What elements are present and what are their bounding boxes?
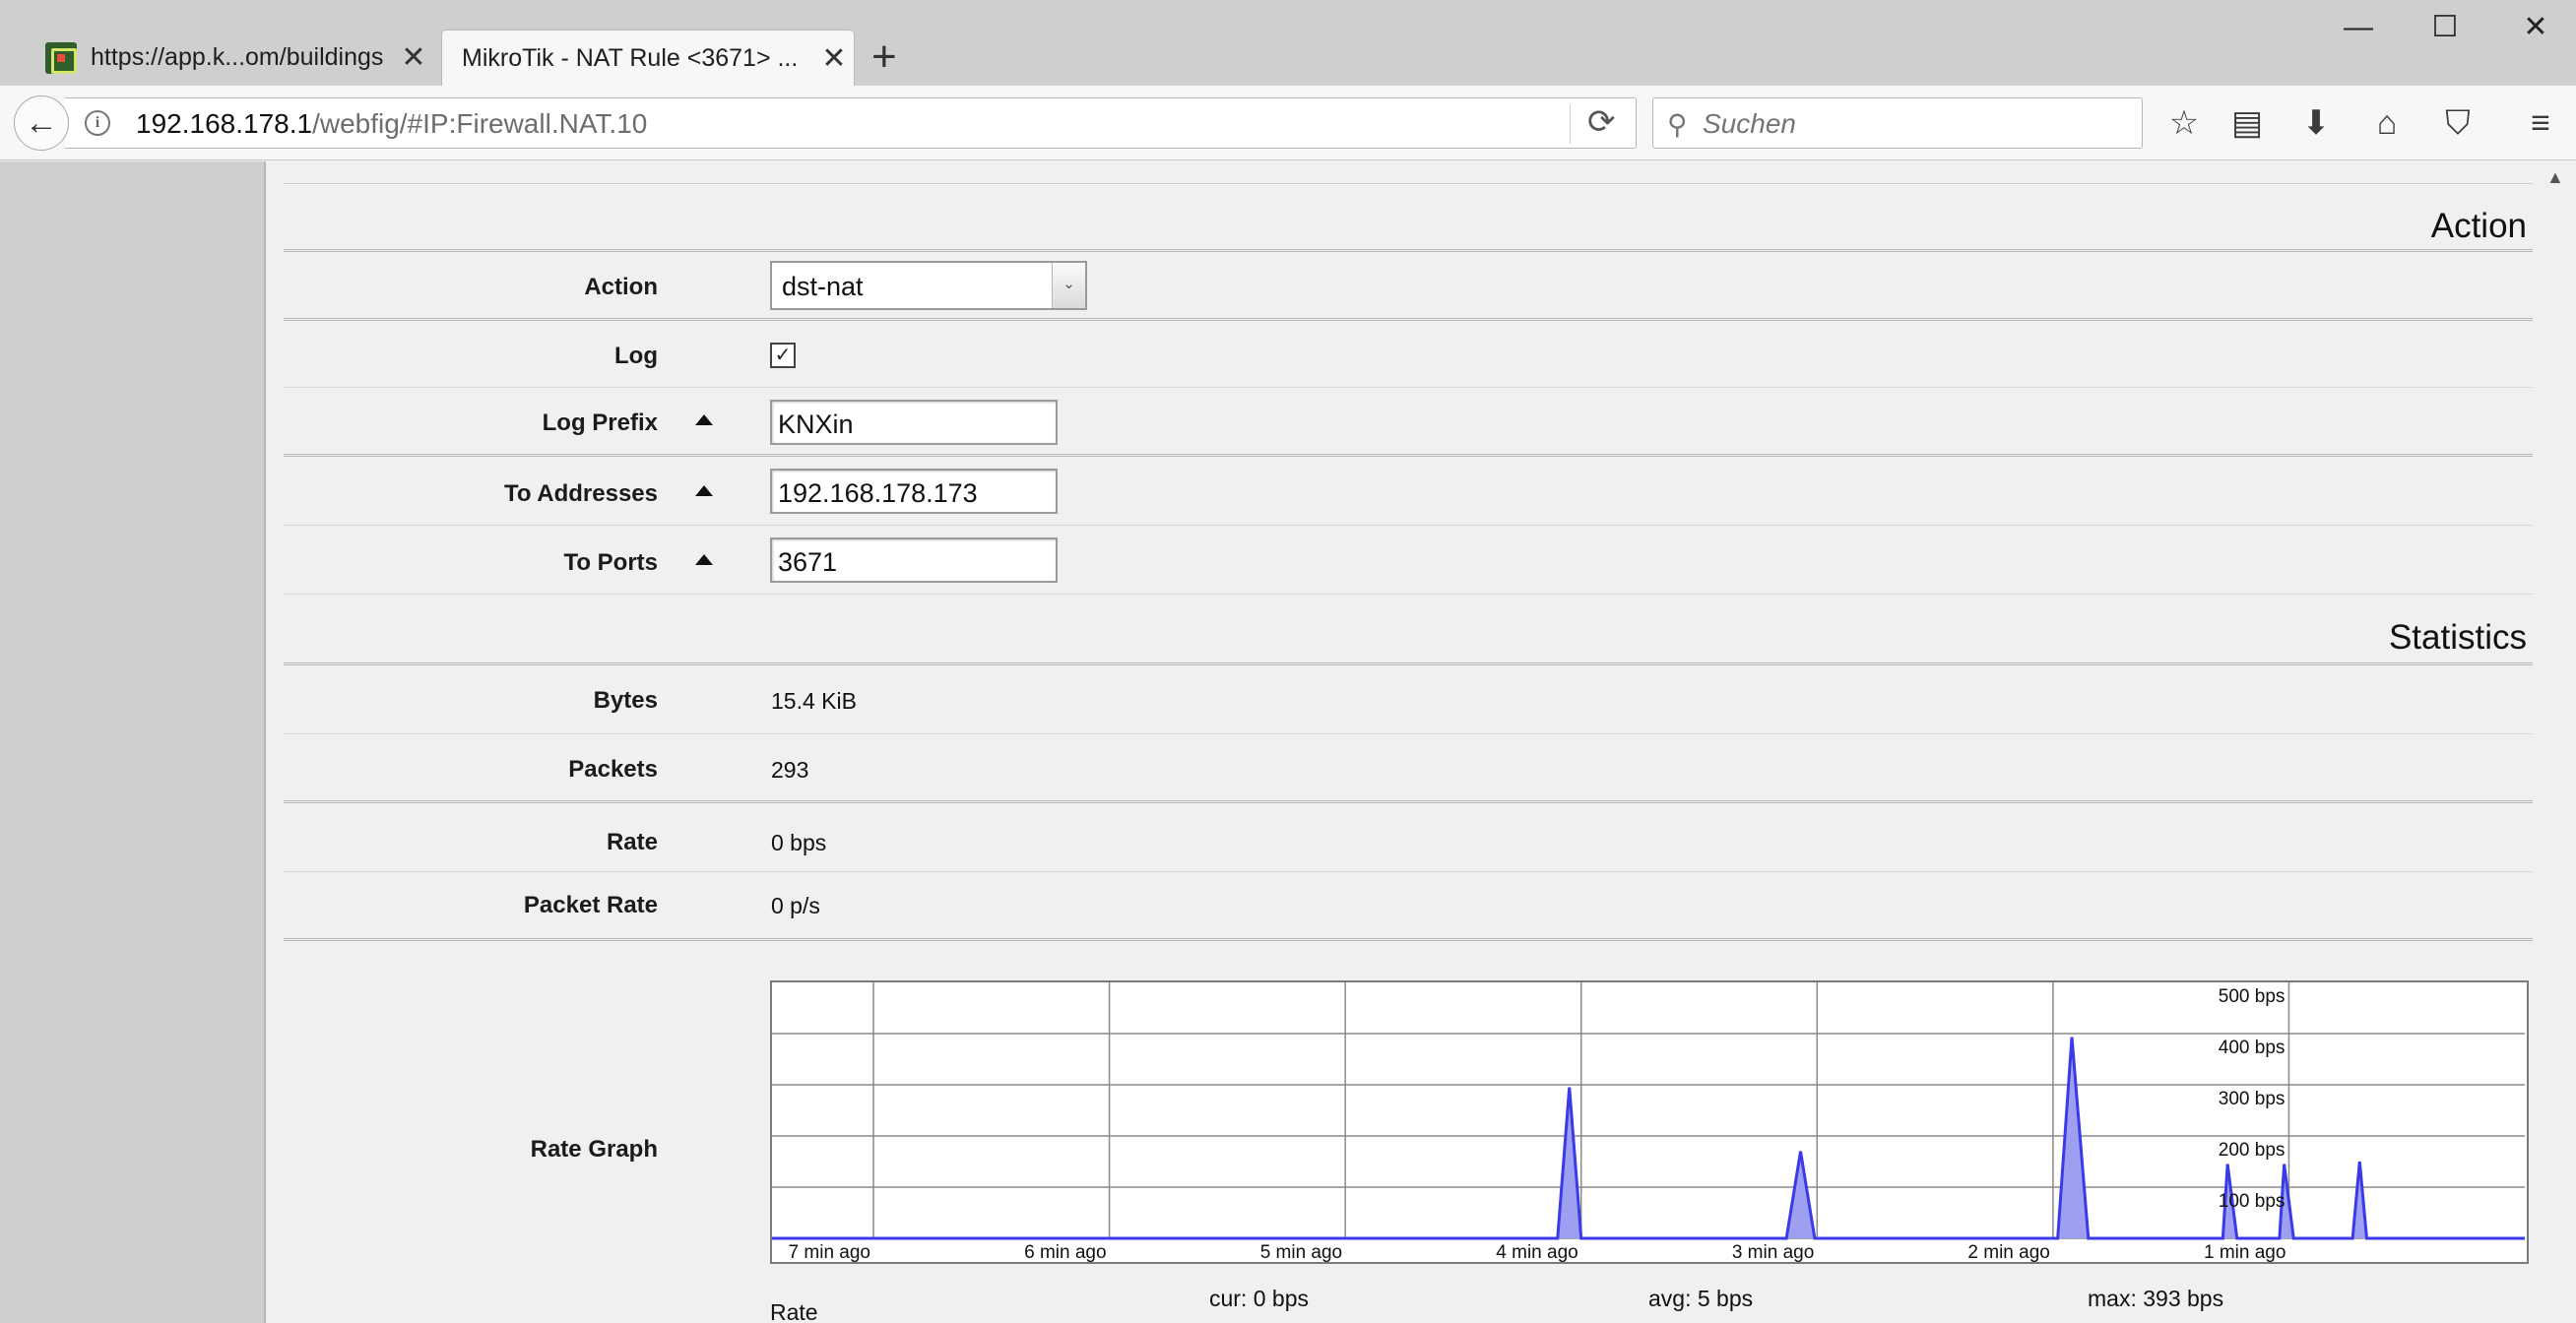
x-tick-label: 7 min ago bbox=[789, 1242, 870, 1263]
back-button[interactable]: ← bbox=[14, 95, 69, 151]
collapse-arrow-icon[interactable] bbox=[695, 414, 713, 425]
home-icon[interactable]: ⌂ bbox=[2365, 101, 2409, 145]
bytes-value: 15.4 KiB bbox=[771, 688, 857, 714]
url-path: /webfig/#IP:Firewall.NAT.10 bbox=[312, 108, 648, 139]
row-packets: Packets 293 bbox=[284, 734, 2533, 803]
section-title: Action bbox=[2430, 207, 2527, 245]
window-close-icon[interactable]: ✕ bbox=[2501, 6, 2570, 49]
field-label: Packets bbox=[568, 756, 658, 783]
graph-background bbox=[770, 980, 2529, 1264]
rate-value: 0 bps bbox=[771, 830, 827, 855]
to-ports-input[interactable]: 3671 bbox=[770, 537, 1058, 583]
minimize-icon[interactable]: — bbox=[2324, 6, 2393, 49]
packet-rate-value: 0 p/s bbox=[771, 893, 820, 918]
rate-graph: 100 bps 200 bps 300 bps 400 bps 500 bps 7 min… bbox=[770, 980, 2529, 1264]
search-input[interactable] bbox=[1703, 108, 2116, 140]
collapse-arrow-icon[interactable] bbox=[695, 485, 713, 496]
x-tick-label: 3 min ago bbox=[1732, 1242, 1814, 1263]
search-bar[interactable]: ⚲ bbox=[1652, 97, 2143, 149]
field-label: To Addresses bbox=[503, 480, 658, 507]
tab-title: MikroTik - NAT Rule <3671> ... bbox=[462, 43, 799, 72]
url-bar[interactable]: i 192.168.178.1/webfig/#IP:Firewall.NAT.… bbox=[65, 97, 1637, 149]
tab-mikrotik[interactable]: MikroTik - NAT Rule <3671> ... ✕ bbox=[441, 30, 855, 86]
graph-max: max: 393 bps bbox=[2088, 1286, 2224, 1311]
row-packet-rate: Packet Rate 0 p/s bbox=[284, 872, 2533, 941]
info-icon[interactable]: i bbox=[85, 110, 110, 136]
scroll-up-icon[interactable]: ▲ bbox=[2546, 167, 2564, 188]
menu-icon[interactable]: ≡ bbox=[2519, 101, 2562, 145]
x-tick-label: 2 min ago bbox=[1967, 1242, 2049, 1263]
url-host: 192.168.178.1 bbox=[136, 108, 313, 139]
y-tick-label: 400 bps bbox=[2219, 1038, 2286, 1058]
tab-title: https://app.k...om/buildings bbox=[91, 43, 384, 71]
row-rate: Rate 0 bps bbox=[284, 803, 2533, 872]
y-tick-label: 100 bps bbox=[2219, 1191, 2286, 1212]
reading-list-icon[interactable]: ▤ bbox=[2225, 101, 2269, 145]
maximize-icon[interactable]: ☐ bbox=[2411, 6, 2479, 49]
pocket-icon[interactable]: ⛉ bbox=[2436, 101, 2479, 145]
close-icon[interactable]: ✕ bbox=[814, 41, 854, 76]
page-content: ▲ Action Action dst-nat ⌄ Log ✓ Log Pref… bbox=[0, 161, 2576, 1323]
section-action: Action bbox=[284, 183, 2533, 252]
site-favicon-icon bbox=[45, 41, 77, 74]
field-label: Rate bbox=[606, 829, 658, 855]
field-label: Bytes bbox=[593, 687, 658, 714]
field-label: To Ports bbox=[563, 549, 658, 576]
bookmark-star-icon[interactable]: ☆ bbox=[2162, 101, 2206, 145]
chevron-down-icon[interactable]: ⌄ bbox=[1052, 263, 1085, 308]
packets-value: 293 bbox=[771, 757, 809, 783]
y-tick-label: 200 bps bbox=[2219, 1140, 2286, 1161]
tab-buildings[interactable]: https://app.k...om/buildings ✕ bbox=[30, 30, 433, 86]
log-checkbox[interactable]: ✓ bbox=[770, 343, 796, 368]
action-select-value: dst-nat bbox=[782, 272, 864, 301]
row-log-prefix: Log Prefix KNXin bbox=[284, 388, 2533, 457]
left-sidebar bbox=[0, 161, 266, 1323]
tab-bar: https://app.k...om/buildings ✕ MikroTik … bbox=[0, 0, 2576, 86]
row-action: Action dst-nat ⌄ bbox=[284, 252, 2533, 321]
field-label: Action bbox=[584, 274, 658, 300]
url-separator bbox=[1570, 104, 1571, 144]
to-addresses-input[interactable]: 192.168.178.173 bbox=[770, 469, 1058, 514]
field-label: Packet Rate bbox=[523, 892, 658, 918]
arrow-left-icon: ← bbox=[25, 104, 58, 142]
row-bytes: Bytes 15.4 KiB bbox=[284, 665, 2533, 734]
rate-graph-label: Rate Graph bbox=[530, 1136, 658, 1163]
y-tick-label: 500 bps bbox=[2219, 986, 2286, 1007]
navigation-bar: i 192.168.178.1/webfig/#IP:Firewall.NAT.… bbox=[0, 86, 2576, 160]
new-tab-button[interactable]: + bbox=[871, 33, 897, 81]
url-text: 192.168.178.1/webfig/#IP:Firewall.NAT.10 bbox=[136, 108, 647, 140]
x-tick-label: 4 min ago bbox=[1496, 1242, 1578, 1263]
close-icon[interactable]: ✕ bbox=[394, 40, 433, 75]
row-log: Log ✓ bbox=[284, 321, 2533, 388]
graph-legend-rate: Rate bbox=[770, 1299, 818, 1323]
search-icon: ⚲ bbox=[1667, 109, 1688, 140]
section-statistics: Statistics bbox=[284, 595, 2533, 665]
y-tick-label: 300 bps bbox=[2219, 1089, 2286, 1109]
download-icon[interactable]: ⬇ bbox=[2294, 101, 2338, 145]
field-label: Log bbox=[614, 343, 658, 369]
rate-graph-svg: 100 bps 200 bps 300 bps 400 bps 500 bps 7 min… bbox=[770, 980, 2529, 1264]
x-tick-label: 6 min ago bbox=[1024, 1242, 1106, 1263]
graph-cur: cur: 0 bps bbox=[1209, 1286, 1309, 1311]
log-prefix-input[interactable]: KNXin bbox=[770, 400, 1058, 445]
section-title: Statistics bbox=[2388, 618, 2527, 657]
reload-icon[interactable]: ⟳ bbox=[1587, 102, 1616, 142]
field-label: Log Prefix bbox=[542, 410, 658, 436]
graph-avg: avg: 5 bps bbox=[1648, 1286, 1754, 1311]
x-tick-label: 5 min ago bbox=[1260, 1242, 1342, 1263]
action-select[interactable]: dst-nat ⌄ bbox=[770, 261, 1087, 310]
row-to-ports: To Ports 3671 bbox=[284, 526, 2533, 595]
x-tick-label: 1 min ago bbox=[2204, 1242, 2286, 1263]
collapse-arrow-icon[interactable] bbox=[695, 554, 713, 565]
vertical-scrollbar[interactable]: ▲ bbox=[2539, 161, 2576, 1323]
row-to-addresses: To Addresses 192.168.178.173 bbox=[284, 457, 2533, 526]
